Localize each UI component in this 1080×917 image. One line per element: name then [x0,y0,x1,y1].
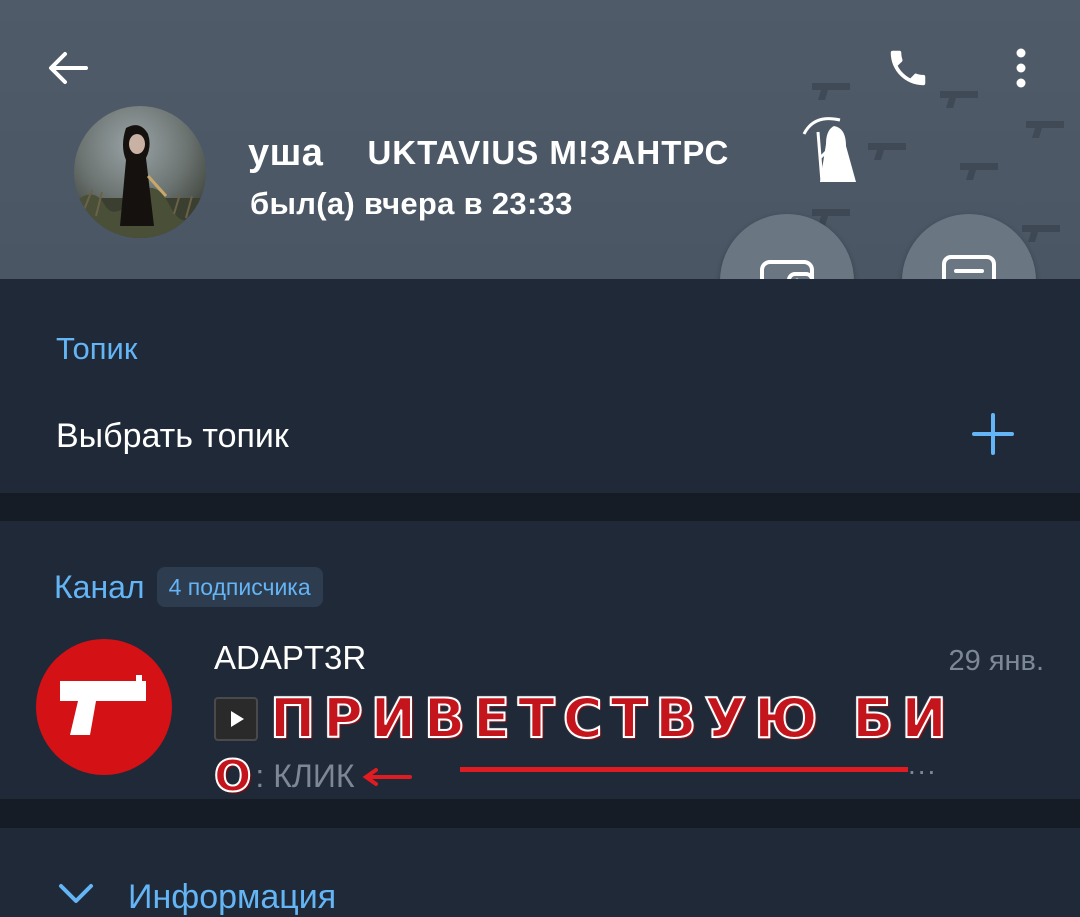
section-divider [0,493,1080,521]
profile-name-suffix: UKTAVIUS M!ЗАНТРС [367,134,730,171]
channel-preview-line-2: О : КЛИК [213,750,413,803]
profile-avatar[interactable] [74,106,206,238]
topic-section: Топик Выбрать топик [0,279,1080,493]
profile-page: уша UKTAVIUS M!ЗАНТРС был(а) вчера в 23:… [0,0,1080,917]
channel-preview-line: ПРИВЕТСТВУЮ БИ [214,687,1080,750]
section-divider [0,799,1080,828]
chevron-down-icon [59,884,93,903]
profile-name: уша UKTAVIUS M!ЗАНТРС [248,128,775,178]
pattern-gun-icon [938,88,982,110]
channel-section-title: Канал [54,568,145,605]
pattern-gun-icon [866,140,910,162]
preview-click-text: : КЛИК [255,758,355,794]
info-section-title: Информация [128,878,337,916]
avatar-photo [74,125,206,238]
arrow-left-icon [49,52,88,84]
channel-avatar [36,639,172,775]
video-thumbnail-icon [214,696,258,741]
info-section[interactable]: Информация [0,828,1080,917]
preview-ellipsis: ... [908,749,938,780]
subscriber-count-badge: 4 подписчика [156,567,323,607]
pattern-gun-icon [958,160,1002,182]
gun-heart-icon [60,675,146,735]
pattern-gun-icon [810,80,854,102]
call-button[interactable] [878,38,938,98]
channel-item[interactable]: ADAPT3R 29 янв. ПРИВЕТСТВУЮ БИ О : КЛИК … [0,631,1080,803]
channel-section: Канал 4 подписчика ADAPT3R 29 янв. ПРИВЕ… [0,521,1080,803]
pattern-gun-icon [1024,118,1068,140]
red-underline [460,767,908,772]
plus-icon[interactable] [970,411,1016,457]
preview-o-glyph: О [213,750,252,803]
more-options-button[interactable] [996,38,1046,98]
last-seen-status: был(а) вчера в 23:33 [250,186,573,221]
channel-header: Канал 4 подписчика [54,567,323,607]
select-topic-row[interactable]: Выбрать топик [0,389,1080,489]
channel-last-post-date: 29 янв. [948,645,1045,677]
channel-name: ADAPT3R [214,639,367,676]
red-arrow-left-icon [362,767,413,786]
topic-section-title: Топик [56,331,138,366]
select-topic-label: Выбрать топик [56,417,289,455]
grim-reaper-icon [802,117,856,183]
pattern-gun-icon [1020,222,1064,244]
back-button[interactable] [40,40,96,96]
profile-name-text: уша [248,131,324,174]
channel-preview-text: ПРИВЕТСТВУЮ БИ [270,687,955,750]
phone-icon [890,50,926,86]
more-vertical-icon [1016,48,1026,88]
